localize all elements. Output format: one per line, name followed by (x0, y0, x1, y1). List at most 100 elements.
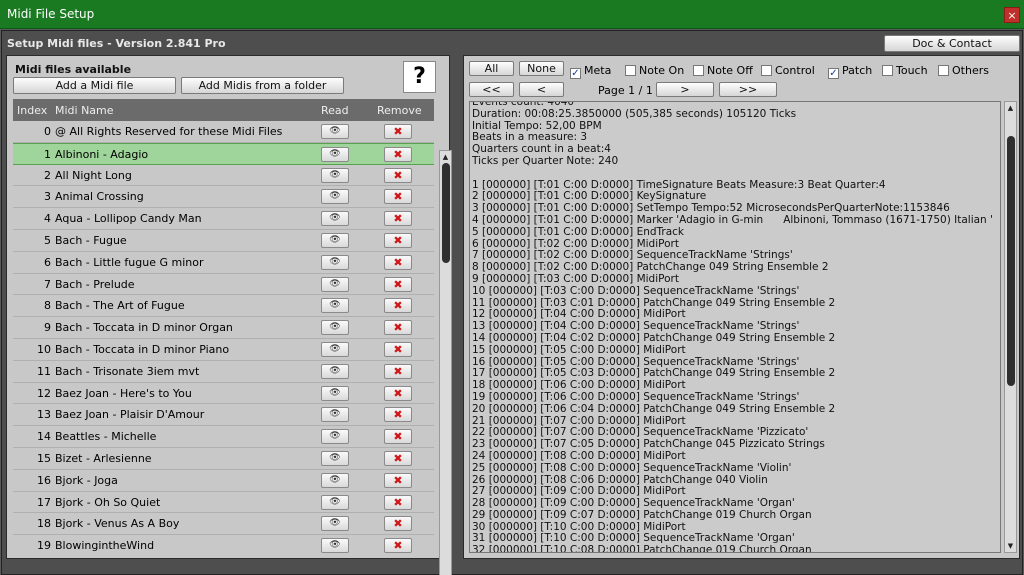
filter-patch-checkbox[interactable]: ✓ Patch (828, 64, 872, 79)
read-eye-icon[interactable]: 👁 (321, 341, 349, 357)
table-row[interactable]: 9 Bach - Toccata in D minor Organ 👁 ✖ (13, 317, 434, 339)
checkbox-box[interactable]: ✓ (828, 68, 839, 79)
read-eye-icon[interactable]: 👁 (321, 516, 349, 532)
table-row[interactable]: 16 Bjork - Joga 👁 ✖ (13, 469, 434, 492)
remove-x-icon[interactable]: ✖ (384, 341, 412, 357)
table-row[interactable]: 6 Bach - Little fugue G minor 👁 ✖ (13, 251, 434, 274)
log-line: 25 [000000] [T:08 C:00 D:0000] SequenceT… (472, 461, 792, 474)
filter-touch-checkbox[interactable]: Touch (882, 64, 928, 77)
read-eye-icon[interactable]: 👁 (321, 494, 349, 510)
table-row[interactable]: 11 Bach - Trisonate 3iem mvt 👁 ✖ (13, 360, 434, 383)
scroll-thumb[interactable] (442, 163, 450, 263)
remove-x-icon[interactable]: ✖ (384, 516, 412, 532)
table-row[interactable]: 15 Bizet - Arlesienne 👁 ✖ (13, 447, 434, 470)
read-eye-icon[interactable]: 👁 (321, 276, 349, 292)
scroll-up-icon[interactable]: ▲ (440, 151, 451, 163)
remove-x-icon[interactable]: ✖ (384, 538, 412, 554)
read-eye-icon[interactable]: 👁 (321, 189, 349, 205)
table-row[interactable]: 7 Bach - Prelude 👁 ✖ (13, 273, 434, 296)
remove-x-icon[interactable]: ✖ (384, 450, 412, 466)
help-button[interactable]: ? (403, 61, 436, 93)
table-row[interactable]: 8 Bach - The Art of Fugue 👁 ✖ (13, 295, 434, 318)
remove-x-icon[interactable]: ✖ (384, 407, 412, 423)
read-eye-icon[interactable]: 👁 (321, 298, 349, 314)
list-scrollbar[interactable]: ▲ ▼ (439, 150, 452, 575)
remove-x-icon[interactable]: ✖ (384, 472, 412, 488)
read-eye-icon[interactable]: 👁 (321, 211, 349, 227)
filter-note-on-checkbox[interactable]: Note On (625, 64, 684, 77)
remove-x-icon[interactable]: ✖ (384, 320, 412, 336)
first-page-button[interactable]: << (469, 82, 514, 97)
remove-x-icon[interactable]: ✖ (384, 363, 412, 379)
table-row[interactable]: 14 Beattles - Michelle 👁 ✖ (13, 426, 434, 448)
read-eye-icon[interactable]: 👁 (321, 320, 349, 336)
read-eye-icon[interactable]: 👁 (321, 538, 349, 554)
checkbox-box[interactable] (693, 65, 704, 76)
checkbox-box[interactable]: ✓ (570, 68, 581, 79)
remove-x-icon[interactable]: ✖ (384, 429, 412, 445)
read-eye-icon[interactable]: 👁 (321, 385, 349, 401)
remove-x-icon[interactable]: ✖ (384, 298, 412, 314)
filter-none-button[interactable]: None (519, 61, 564, 76)
row-midi-name: Bach - Toccata in D minor Piano (55, 342, 230, 356)
table-row[interactable]: 13 Baez Joan - Plaisir D'Amour 👁 ✖ (13, 404, 434, 427)
table-row[interactable]: 3 Animal Crossing 👁 ✖ (13, 186, 434, 209)
filter-meta-checkbox[interactable]: ✓ Meta (570, 64, 611, 79)
read-eye-icon[interactable]: 👁 (321, 146, 349, 162)
remove-x-icon[interactable]: ✖ (384, 254, 412, 270)
read-eye-icon[interactable]: 👁 (321, 450, 349, 466)
remove-x-icon[interactable]: ✖ (384, 385, 412, 401)
table-row[interactable]: 5 Bach - Fugue 👁 ✖ (13, 229, 434, 252)
table-row[interactable]: 19 BlowingintheWind 👁 ✖ (13, 535, 434, 556)
log-scrollbar[interactable]: ▲ ▼ (1004, 101, 1017, 553)
midi-events-log[interactable]: Events count: 4040 Duration: 00:08:25.385… (469, 101, 1001, 553)
filter-control-checkbox[interactable]: Control (761, 64, 815, 77)
scroll-down-icon[interactable]: ▼ (1005, 540, 1016, 552)
checkbox-box[interactable] (761, 65, 772, 76)
remove-x-icon[interactable]: ✖ (384, 494, 412, 510)
checkbox-label: Control (775, 64, 815, 77)
row-index: 3 (44, 190, 51, 204)
read-eye-icon[interactable]: 👁 (321, 254, 349, 270)
scroll-thumb[interactable] (1007, 136, 1015, 386)
checkbox-box[interactable] (938, 65, 949, 76)
midi-file-list: 0 @ All Rights Reserved for these Midi Fi… (13, 121, 434, 556)
remove-x-icon[interactable]: ✖ (384, 146, 412, 162)
read-eye-icon[interactable]: 👁 (321, 363, 349, 379)
read-eye-icon[interactable]: 👁 (321, 472, 349, 488)
checkbox-box[interactable] (625, 65, 636, 76)
filter-note-off-checkbox[interactable]: Note Off (693, 64, 753, 77)
prev-page-button[interactable]: < (519, 82, 564, 97)
remove-x-icon[interactable]: ✖ (384, 189, 412, 205)
table-row[interactable]: 0 @ All Rights Reserved for these Midi Fi… (13, 121, 434, 143)
remove-x-icon[interactable]: ✖ (384, 211, 412, 227)
remove-x-icon[interactable]: ✖ (384, 124, 412, 139)
remove-x-icon[interactable]: ✖ (384, 276, 412, 292)
table-row[interactable]: 2 All Night Long 👁 ✖ (13, 164, 434, 187)
remove-x-icon[interactable]: ✖ (384, 167, 412, 183)
read-eye-icon[interactable]: 👁 (321, 167, 349, 183)
read-eye-icon[interactable]: 👁 (321, 232, 349, 248)
panel-title: Midi files available (15, 63, 132, 76)
close-icon[interactable]: × (1004, 7, 1020, 23)
scroll-up-icon[interactable]: ▲ (1005, 102, 1016, 114)
last-page-button[interactable]: >> (719, 82, 777, 97)
table-row[interactable]: 18 Bjork - Venus As A Boy 👁 ✖ (13, 513, 434, 536)
table-row[interactable]: 12 Baez Joan - Here's to You 👁 ✖ (13, 382, 434, 405)
table-row[interactable]: 4 Aqua - Lollipop Candy Man 👁 ✖ (13, 208, 434, 230)
read-eye-icon[interactable]: 👁 (321, 429, 349, 445)
filter-all-button[interactable]: All (469, 61, 514, 76)
next-page-button[interactable]: > (656, 82, 714, 97)
doc-contact-button[interactable]: Doc & Contact (884, 35, 1020, 52)
checkbox-box[interactable] (882, 65, 893, 76)
read-eye-icon[interactable]: 👁 (321, 407, 349, 423)
filter-others-checkbox[interactable]: Others (938, 64, 989, 77)
add-midis-folder-button[interactable]: Add Midis from a folder (181, 77, 344, 94)
table-row[interactable]: 10 Bach - Toccata in D minor Piano 👁 ✖ (13, 338, 434, 361)
table-row[interactable]: 1 Albinoni - Adagio 👁 ✖ (13, 142, 434, 165)
add-midi-file-button[interactable]: Add a Midi file (13, 77, 176, 94)
read-eye-icon[interactable]: 👁 (321, 124, 349, 139)
remove-x-icon[interactable]: ✖ (384, 232, 412, 248)
table-row[interactable]: 17 Bjork - Oh So Quiet 👁 ✖ (13, 491, 434, 514)
log-line: 9 [000000] [T:03 C:00 D:0000] MidiPort (472, 272, 679, 285)
